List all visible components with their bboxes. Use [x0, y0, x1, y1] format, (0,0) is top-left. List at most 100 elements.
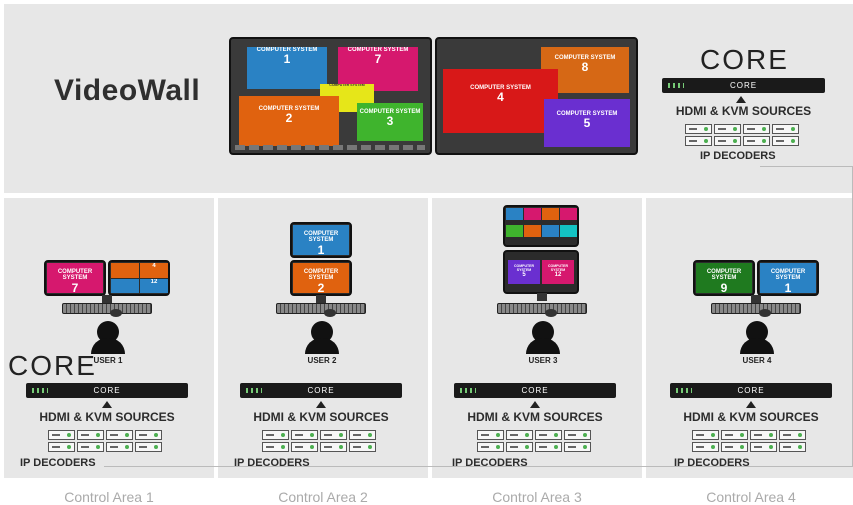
taskbar [235, 145, 425, 150]
user-label: USER 2 [307, 356, 337, 365]
arrow-up-icon [530, 401, 540, 408]
decoder-icon [477, 430, 504, 440]
tile-small-4: 4 [140, 263, 168, 278]
decoder-icon [772, 136, 799, 146]
sources-label: HDMI & KVM SOURCES [253, 410, 389, 424]
decoder-icon [349, 442, 376, 452]
tile-small [506, 208, 523, 220]
decoder-icon [77, 430, 104, 440]
decoders-label: IP DECODERS [234, 457, 310, 469]
area2-monitor-bottom: COMPUTER SYSTEM 2 [290, 260, 352, 296]
mouse-icon [545, 309, 557, 317]
decoder-icon [262, 442, 289, 452]
decoder-icon [779, 430, 806, 440]
decoder-icon [262, 430, 289, 440]
arrow-up-icon [746, 401, 756, 408]
tile-computer-system-2: COMPUTER SYSTEM 2 [239, 96, 339, 146]
decoders-group [477, 430, 591, 452]
tile-small [524, 208, 541, 220]
tile-computer-system-5: COMPUTER SYSTEM 5 [544, 99, 630, 147]
area-label: Control Area 2 [278, 489, 368, 505]
tile-computer-system-1: COMPUTER SYSTEM 1 [247, 47, 327, 89]
user-label: USER 4 [742, 356, 772, 365]
decoder-icon [291, 442, 318, 452]
decoder-icon [77, 442, 104, 452]
tile-small-12: 12 [140, 279, 168, 293]
sources-label: HDMI & KVM SOURCES [683, 410, 819, 424]
core-device: CORE [454, 383, 616, 398]
core-device: CORE [662, 78, 825, 93]
tile-small [560, 225, 577, 237]
connection-line [104, 466, 853, 467]
tile-small [542, 225, 559, 237]
decoders-label: IP DECODERS [20, 457, 96, 469]
tile-computer-system-12: COMPUTER SYSTEM 12 [542, 260, 574, 284]
decoder-icon [135, 442, 162, 452]
decoder-icon [535, 442, 562, 452]
tile-computer-system-1: COMPUTER SYSTEM 1 [760, 263, 816, 293]
decoders-label: IP DECODERS [674, 457, 750, 469]
area3-monitor-bottom: COMPUTER SYSTEM 5 COMPUTER SYSTEM 12 [503, 250, 579, 294]
connection-line [760, 166, 853, 167]
arrow-up-icon [316, 401, 326, 408]
area1-monitor-left: COMPUTER SYSTEM 7 [44, 260, 106, 296]
core-device: CORE [240, 383, 402, 398]
tile-small [111, 263, 139, 278]
tile-small [560, 208, 577, 220]
tile-small [506, 225, 523, 237]
decoder-icon [714, 124, 741, 134]
tile-computer-system-7: COMPUTER SYSTEM 7 [47, 263, 103, 293]
mouse-icon [110, 309, 122, 317]
tile-computer-system-1: COMPUTER SYSTEM 1 [293, 225, 349, 255]
videowall-monitor-right: COMPUTER SYSTEM 8 COMPUTER SYSTEM 4 COMPUT… [435, 37, 638, 155]
decoder-icon [320, 430, 347, 440]
decoder-icon [750, 442, 777, 452]
tile-small [542, 208, 559, 220]
decoder-icon [106, 442, 133, 452]
decoder-icon [721, 442, 748, 452]
videowall-title: VideoWall [54, 74, 201, 107]
area4-monitor-left: COMPUTER SYSTEM 9 [693, 260, 755, 296]
decoder-icon [48, 430, 75, 440]
decoder-icon [506, 442, 533, 452]
decoder-icon [135, 430, 162, 440]
decoder-icon [692, 442, 719, 452]
decoder-icon [535, 430, 562, 440]
area-label: Control Area 4 [706, 489, 796, 505]
core-logo: CORE [700, 44, 789, 75]
mouse-icon [759, 309, 771, 317]
area1-monitor-right: 4 12 [108, 260, 170, 296]
decoders-label: IP DECODERS [452, 457, 528, 469]
decoders-group [48, 430, 162, 452]
tile-computer-system-2: COMPUTER SYSTEM 2 [293, 263, 349, 293]
area4-monitor-right: COMPUTER SYSTEM 1 [757, 260, 819, 296]
monitor-stand [537, 293, 547, 301]
decoder-icon [506, 430, 533, 440]
decoder-icon [320, 442, 347, 452]
area-label: Control Area 3 [492, 489, 582, 505]
decoder-icon [291, 430, 318, 440]
keyboard-icon [62, 303, 152, 314]
decoder-icon [743, 124, 770, 134]
core-device: CORE [26, 383, 188, 398]
decoder-icon [779, 442, 806, 452]
decoders-group [262, 430, 376, 452]
decoder-icon [685, 136, 712, 146]
tile-computer-system-9: COMPUTER SYSTEM 9 [696, 263, 752, 293]
decoder-icon [743, 136, 770, 146]
sources-label: HDMI & KVM SOURCES [39, 410, 175, 424]
monitor-stand [316, 295, 326, 303]
tile-small [111, 279, 139, 293]
decoder-icon [48, 442, 75, 452]
decoder-icon [349, 430, 376, 440]
tile-computer-system-3: COMPUTER SYSTEM 3 [357, 103, 423, 141]
decoder-icon [714, 136, 741, 146]
mouse-icon [324, 309, 336, 317]
sources-label: HDMI & KVM SOURCES [675, 104, 812, 118]
decoders-group [685, 124, 799, 146]
monitor-stand [751, 295, 761, 303]
decoder-icon [750, 430, 777, 440]
area3-monitor-top [503, 205, 579, 247]
sources-label: HDMI & KVM SOURCES [467, 410, 603, 424]
keyboard-icon [711, 303, 801, 314]
